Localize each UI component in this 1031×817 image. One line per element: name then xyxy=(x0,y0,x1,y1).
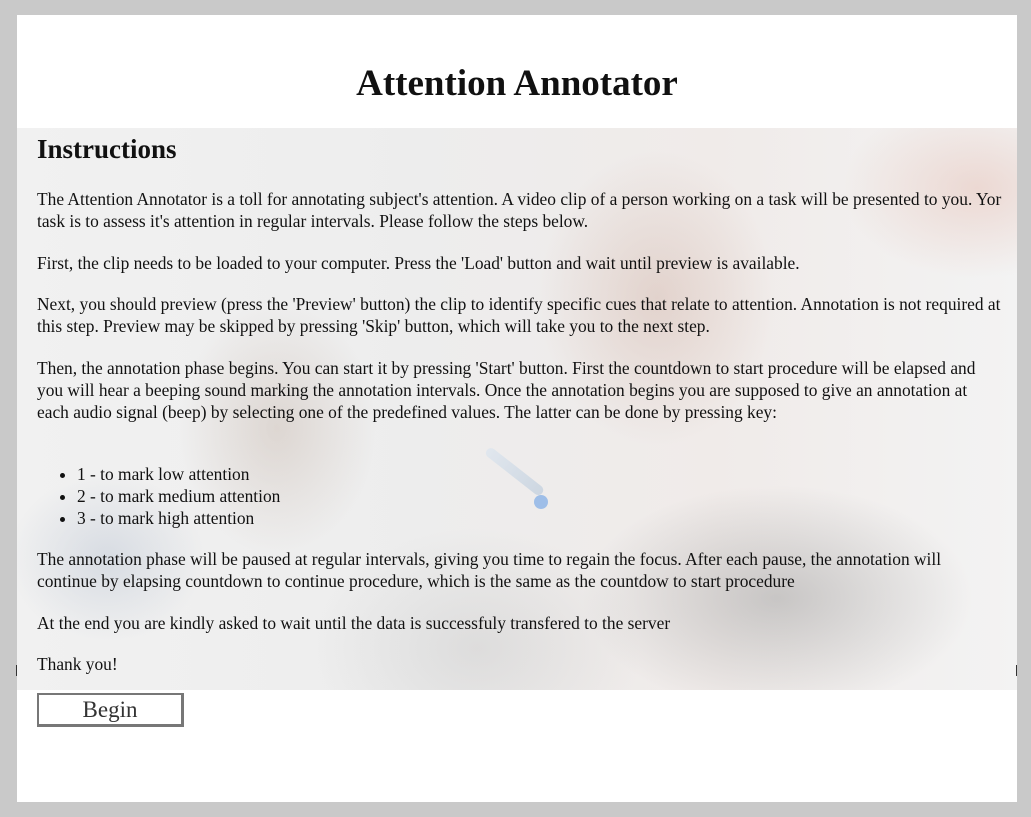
page-title: Attention Annotator xyxy=(356,63,678,104)
instructions-text: Instructions The Attention Annotator is … xyxy=(37,128,1002,674)
instruction-paragraph-preview: Next, you should preview (press the 'Pre… xyxy=(37,294,1001,336)
instruction-paragraph-pause: The annotation phase will be paused at r… xyxy=(37,549,942,591)
begin-button[interactable]: Begin xyxy=(37,693,184,727)
instructions-heading: Instructions xyxy=(37,134,177,164)
list-item-key-1: 1 - to mark low attention xyxy=(77,463,280,485)
instruction-paragraph-thanks: Thank you! xyxy=(37,654,118,674)
instruction-paragraph-load: First, the clip needs to be loaded to yo… xyxy=(37,253,800,273)
divider-tick-right xyxy=(1016,665,1017,676)
instruction-paragraph-intro: The Attention Annotator is a toll for an… xyxy=(37,189,1002,231)
page: Attention Annotator Instructions The Att… xyxy=(17,15,1017,802)
instruction-paragraph-end: At the end you are kindly asked to wait … xyxy=(37,613,671,633)
instructions-panel: Instructions The Attention Annotator is … xyxy=(17,128,1017,690)
instruction-paragraph-annotation: Then, the annotation phase begins. You c… xyxy=(37,358,976,422)
list-item-key-2: 2 - to mark medium attention xyxy=(77,485,280,507)
key-list: 1 - to mark low attention 2 - to mark me… xyxy=(37,463,280,529)
divider-tick-left xyxy=(16,665,17,676)
background-pen-tip xyxy=(534,495,548,509)
list-item-key-3: 3 - to mark high attention xyxy=(77,507,280,529)
